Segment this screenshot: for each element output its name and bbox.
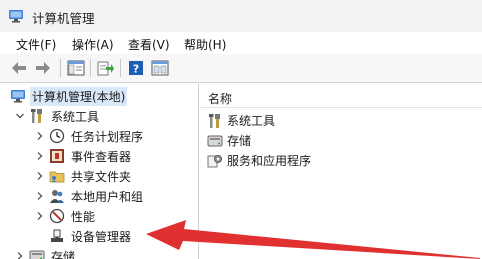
header-divider	[200, 107, 482, 108]
event-viewer-icon	[49, 148, 65, 164]
column-header-name[interactable]: 名称	[208, 90, 232, 107]
tree-item-event-viewer[interactable]: 事件查看器	[34, 146, 133, 166]
list-item-services[interactable]: 服务和应用程序	[207, 151, 313, 170]
computer-management-icon	[10, 88, 26, 104]
tree-item-label: 性能	[71, 209, 96, 224]
tree-item-label: 共享文件夹	[71, 169, 132, 184]
toolbar-separator	[60, 59, 61, 77]
help-icon[interactable]: ?	[125, 57, 147, 79]
menu-file[interactable]: 文件(F)	[16, 36, 56, 53]
properties-icon[interactable]	[149, 57, 171, 79]
users-icon	[49, 188, 65, 204]
tree-item-performance[interactable]: 性能	[34, 206, 97, 226]
chevron-right-icon[interactable]	[34, 190, 46, 202]
shared-folder-icon	[49, 168, 65, 184]
tree-item-local-users[interactable]: 本地用户和组	[34, 186, 145, 206]
performance-icon	[49, 208, 65, 224]
tree-item-device-manager[interactable]: 设备管理器	[46, 226, 133, 246]
clock-icon	[49, 128, 65, 144]
list-item-label: 存储	[227, 134, 252, 148]
tree-item-task-scheduler[interactable]: 任务计划程序	[34, 126, 145, 146]
toolbar: ?	[0, 54, 482, 83]
list-item-system-tools[interactable]: 系统工具	[207, 111, 277, 130]
content-list: 名称 系统工具 存储 服务和应用程序	[200, 84, 482, 259]
tools-icon	[29, 108, 45, 124]
tree-item-label: 存储	[51, 249, 76, 259]
tree-item-system-tools[interactable]: 系统工具	[14, 106, 101, 126]
tree-item-label: 本地用户和组	[71, 189, 144, 204]
forward-icon[interactable]	[32, 57, 54, 79]
chevron-right-icon[interactable]	[34, 210, 46, 222]
tree-item-label: 事件查看器	[71, 149, 132, 164]
tree-item-storage[interactable]: 存储	[14, 246, 77, 259]
menu-help[interactable]: 帮助(H)	[184, 36, 226, 53]
services-icon	[207, 153, 223, 169]
storage-icon	[29, 248, 45, 259]
title-bar: 计算机管理	[0, 0, 482, 32]
tree-item-label: 计算机管理(本地)	[30, 86, 128, 106]
export-list-icon[interactable]	[95, 57, 117, 79]
tree-item-shared-folders[interactable]: 共享文件夹	[34, 166, 133, 186]
chevron-down-icon[interactable]	[14, 110, 26, 122]
chevron-right-icon[interactable]	[34, 170, 46, 182]
toolbar-separator	[90, 59, 91, 77]
tree-item-label: 任务计划程序	[71, 129, 144, 144]
menu-action[interactable]: 操作(A)	[72, 36, 114, 53]
toolbar-separator	[120, 59, 121, 77]
show-hide-tree-icon[interactable]	[65, 57, 87, 79]
chevron-right-icon[interactable]	[34, 150, 46, 162]
menu-bar: 文件(F) 操作(A) 查看(V) 帮助(H)	[0, 32, 482, 54]
computer-management-icon	[8, 9, 24, 23]
list-item-label: 服务和应用程序	[227, 154, 312, 168]
tree-item-label: 设备管理器	[71, 229, 132, 244]
navigation-tree: 计算机管理(本地) 系统工具 任务计划程序 事件查看器 共享文件夹 本地用户和组…	[0, 84, 199, 259]
window-title: 计算机管理	[32, 11, 95, 26]
tree-item-root[interactable]: 计算机管理(本地)	[10, 86, 128, 106]
menu-view[interactable]: 查看(V)	[128, 36, 170, 53]
chevron-right-icon[interactable]	[14, 250, 26, 259]
chevron-right-icon[interactable]	[34, 130, 46, 142]
device-manager-icon	[49, 228, 65, 244]
tools-icon	[207, 113, 223, 129]
storage-icon	[207, 133, 223, 149]
svg-text:?: ?	[133, 63, 139, 76]
tree-item-label: 系统工具	[51, 109, 100, 124]
back-icon[interactable]	[8, 57, 30, 79]
list-item-label: 系统工具	[227, 114, 276, 128]
list-item-storage[interactable]: 存储	[207, 131, 253, 150]
